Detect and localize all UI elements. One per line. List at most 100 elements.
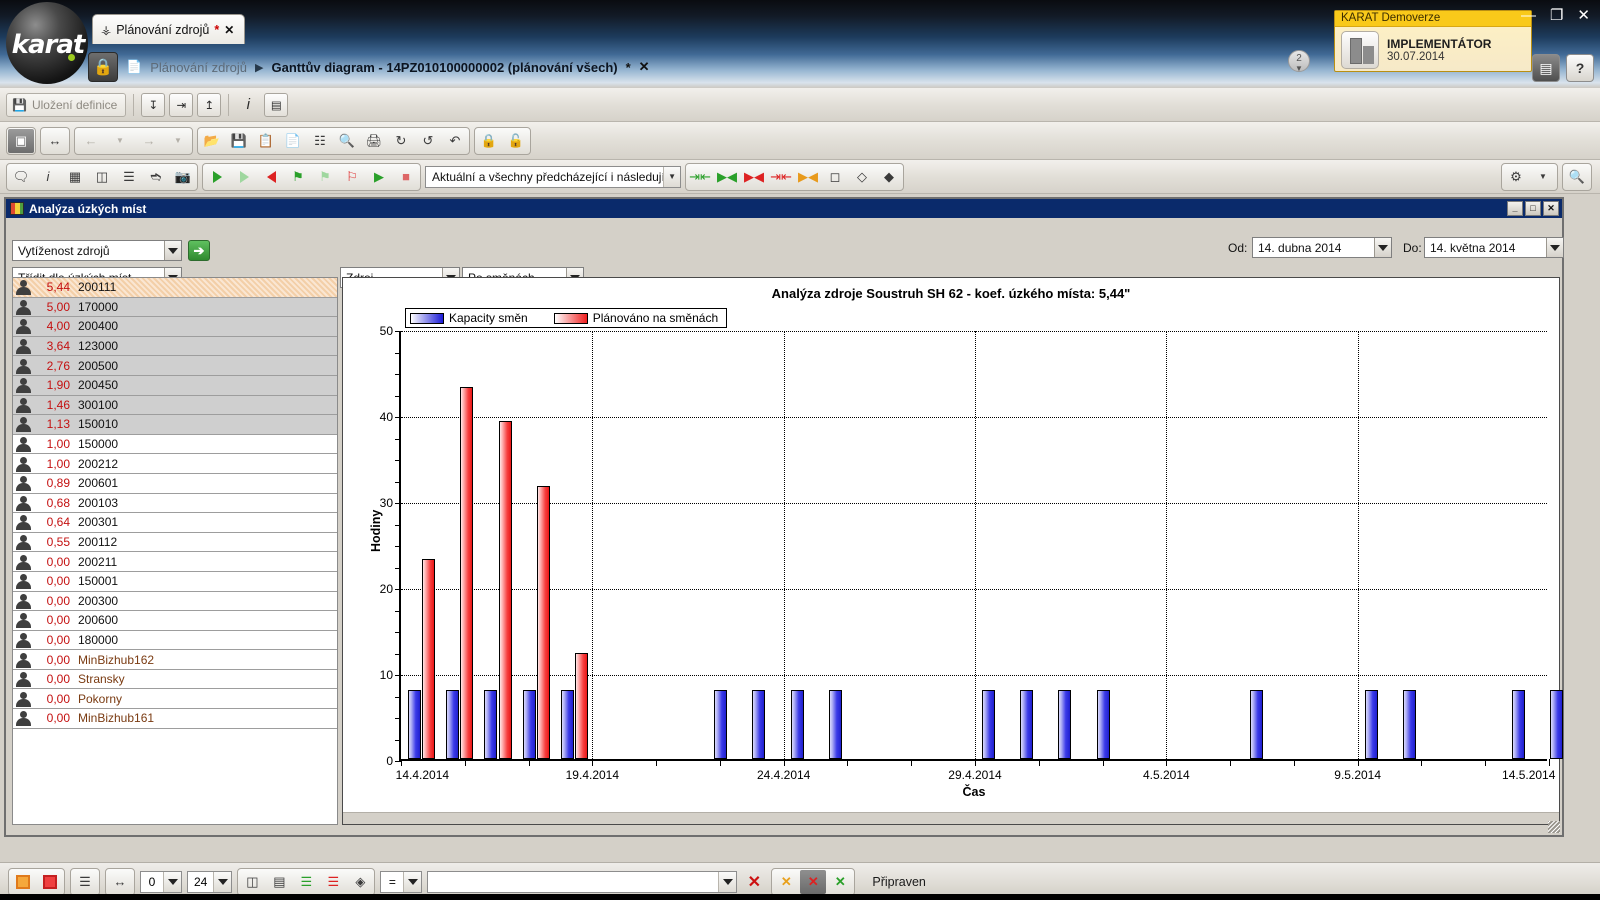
zoom-from-stepper[interactable]: 0 — [140, 870, 182, 893]
align-both-red-icon[interactable]: ⇥⇤ — [768, 165, 794, 189]
open-icon[interactable]: 📂 — [199, 129, 225, 153]
list-item[interactable]: 4,00 200400 — [13, 317, 337, 337]
date-from-input[interactable]: 14. dubna 2014 — [1252, 237, 1392, 258]
forward-icon[interactable]: → — [134, 129, 164, 153]
list-item[interactable]: 0,00 MinBizhub161 — [13, 709, 337, 729]
gear-icon[interactable]: ⚙ — [1503, 165, 1529, 189]
list-item[interactable]: 0,00 150001 — [13, 572, 337, 592]
list-item[interactable]: 1,00 150000 — [13, 435, 337, 455]
list-item[interactable]: 5,00 170000 — [13, 297, 337, 318]
play-list-icon[interactable]: ▶ — [366, 165, 392, 189]
list-item[interactable]: 0,89 200601 — [13, 474, 337, 494]
date-to-input[interactable]: 14. května 2014 — [1424, 237, 1564, 258]
flag-green-icon[interactable]: ⚑ — [285, 165, 311, 189]
frame-icon[interactable]: ☷ — [307, 129, 333, 153]
lock-icon[interactable]: 🔒 — [476, 129, 502, 153]
list-item[interactable]: 0,00 200600 — [13, 611, 337, 631]
list-item[interactable]: 3,64 123000 — [13, 336, 337, 357]
link-settings-icon[interactable]: ➬ — [143, 165, 169, 189]
align-left-red-icon[interactable]: ▶◀ — [741, 165, 767, 189]
paste-icon[interactable]: 📄 — [280, 129, 306, 153]
list-item[interactable]: 0,68 200103 — [13, 494, 337, 514]
filter-orange-icon[interactable]: ✕ — [773, 870, 799, 894]
resource-list[interactable]: 5,44 200111 5,00 170000 4,00 200400 3,64 123000… — [12, 277, 338, 825]
back-icon[interactable]: ← — [76, 129, 106, 153]
breadcrumb-close-icon[interactable]: ✕ — [639, 59, 650, 75]
save-definition-button[interactable]: 💾 Uložení definice — [6, 92, 127, 117]
play-outline-icon[interactable] — [231, 165, 257, 189]
align-right-green-icon[interactable]: ▶◀ — [714, 165, 740, 189]
align-orange-icon[interactable]: ▶◀ — [795, 165, 821, 189]
list-item[interactable]: 2,76 200500 — [13, 356, 337, 376]
width-icon[interactable]: ↔ — [107, 870, 133, 894]
filter-value-input[interactable] — [427, 870, 738, 893]
list-item[interactable]: 0,00 200211 — [13, 552, 337, 572]
gear-menu-icon[interactable]: ▼ — [1530, 165, 1556, 189]
save-icon[interactable]: 💾 — [226, 129, 252, 153]
list-item[interactable]: 1,00 200212 — [13, 454, 337, 474]
play-green-icon[interactable] — [204, 165, 230, 189]
list-item[interactable]: 0,64 200301 — [13, 513, 337, 533]
print-icon[interactable]: 🖨 — [361, 129, 387, 153]
preview-icon[interactable]: 🔍 — [334, 129, 360, 153]
export-icon[interactable]: ⇥ — [169, 92, 194, 117]
upload-icon[interactable]: ↥ — [197, 92, 222, 117]
flag-outline-icon[interactable]: ⚑ — [312, 165, 338, 189]
unlock-icon[interactable]: 🔓 — [503, 129, 529, 153]
restore-icon[interactable]: ❐ — [1550, 8, 1563, 23]
list-settings-icon[interactable]: ☰ — [116, 165, 142, 189]
diamond-filled-icon[interactable]: ◆ — [876, 165, 902, 189]
stop-red-icon[interactable] — [37, 870, 63, 894]
revert-icon[interactable]: ↶ — [442, 129, 468, 153]
forward-menu-icon[interactable]: ▼ — [165, 129, 191, 153]
columns-icon[interactable]: ☰ — [72, 870, 98, 894]
grid-icon[interactable]: ▦ — [62, 165, 88, 189]
rows-split-icon[interactable]: ◫ — [239, 870, 265, 894]
resize-grip[interactable] — [1548, 821, 1560, 833]
back-menu-icon[interactable]: ▼ — [107, 129, 133, 153]
import-icon[interactable]: ↧ — [141, 92, 166, 117]
analysis-maximize-icon[interactable]: □ — [1525, 201, 1541, 216]
layout-icon[interactable]: ▣ — [8, 128, 34, 153]
settings-table-icon[interactable]: ▤ — [264, 92, 289, 117]
camera-icon[interactable]: 📷 — [170, 165, 196, 189]
fit-icon[interactable]: ↔ — [42, 129, 68, 153]
list-item[interactable]: 0,00 180000 — [13, 631, 337, 651]
run-analysis-button[interactable]: ➔ — [188, 240, 210, 261]
list-item[interactable]: 0,55 200112 — [13, 533, 337, 553]
filter-red-icon[interactable]: ✕ — [800, 869, 827, 894]
notification-badge[interactable]: 2 ▼ — [1288, 50, 1310, 73]
stop-icon[interactable]: ■ — [393, 165, 419, 189]
info-icon[interactable]: i — [236, 93, 260, 117]
info-icon[interactable]: i — [35, 165, 61, 189]
box-icon[interactable]: ◻ — [822, 165, 848, 189]
flag-red-icon[interactable]: ⚐ — [339, 165, 365, 189]
diamond-icon[interactable]: ◇ — [849, 165, 875, 189]
list-item[interactable]: 0,00 Stransky — [13, 670, 337, 690]
analysis-type-select[interactable]: Vytíženost zdrojů — [12, 240, 182, 261]
breadcrumb-root[interactable]: Plánování zdrojů — [150, 60, 247, 75]
table-settings-icon[interactable]: ◫ — [89, 165, 115, 189]
chart-hscrollbar[interactable] — [343, 812, 1559, 824]
tab-planovani-zdroju[interactable]: ⚶ Plánování zdrojů * ✕ — [92, 14, 246, 44]
tab-close-icon[interactable]: ✕ — [224, 23, 234, 37]
stop-orange-icon[interactable] — [10, 870, 36, 894]
zoom-to-stepper[interactable]: 24 — [187, 870, 233, 893]
mode-select[interactable]: Aktuální a všechny předcházející i násle… — [425, 165, 681, 188]
lock-button[interactable]: 🔒 — [88, 52, 118, 82]
play-left-red-icon[interactable] — [258, 165, 284, 189]
refresh-icon[interactable]: ↻ — [388, 129, 414, 153]
comment-icon[interactable]: 🗨 — [8, 165, 34, 189]
rows-stack-icon[interactable]: ▤ — [266, 870, 292, 894]
marker-icon[interactable]: ◈ — [347, 870, 373, 894]
list-item[interactable]: 5,44 200111 — [13, 278, 337, 298]
filter-green-icon[interactable]: ✕ — [827, 870, 853, 894]
close-icon[interactable]: ✕ — [1577, 8, 1590, 23]
list-item[interactable]: 0,00 Pokorny — [13, 689, 337, 710]
list-item[interactable]: 0,00 MinBizhub162 — [13, 650, 337, 670]
minimize-icon[interactable]: — — [1521, 8, 1536, 23]
list-item[interactable]: 1,46 300100 — [13, 395, 337, 416]
bars-red-icon[interactable]: ☰ — [320, 870, 346, 894]
align-both-green-icon[interactable]: ⇥⇤ — [687, 165, 713, 189]
help-button[interactable]: ? — [1566, 54, 1594, 82]
